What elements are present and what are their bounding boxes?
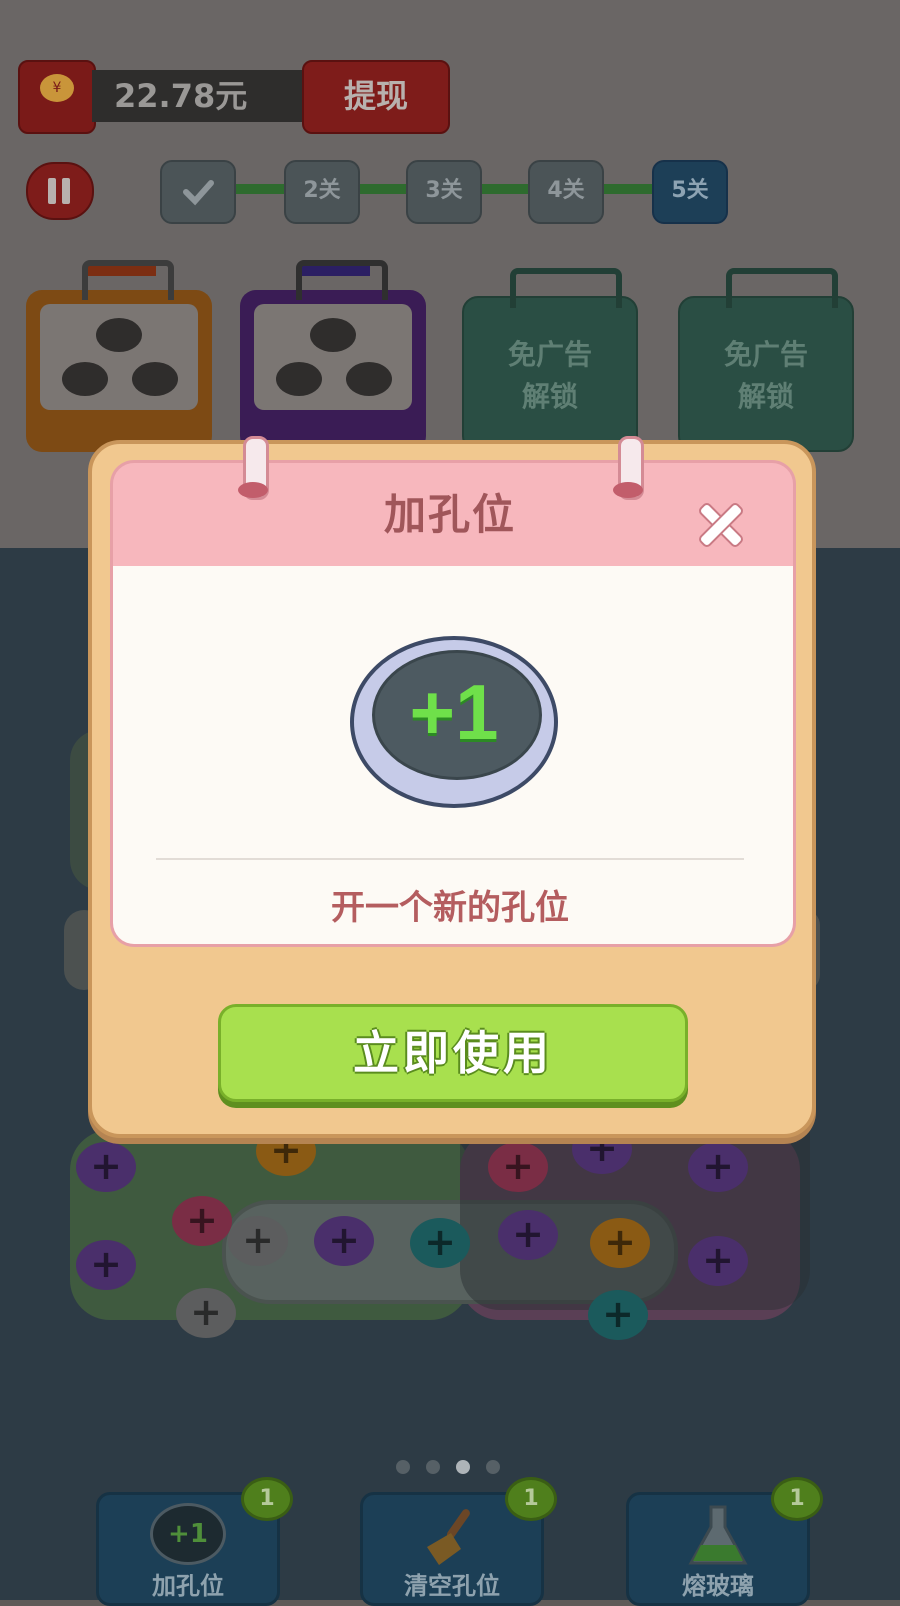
locked-box-ad-unlock[interactable]: 免广告 解锁 [678,268,854,452]
tool-melt-glass[interactable]: 1 熔玻璃 [626,1477,823,1606]
purple-screw[interactable] [314,1216,374,1266]
pause-icon-bar [62,178,70,204]
level-2: 2关 [284,160,360,224]
screw-hole [276,362,322,396]
page-dot [486,1460,500,1474]
gray-screw[interactable] [228,1216,288,1266]
locked-box-text: 免广告 解锁 [680,334,852,418]
check-icon [183,180,214,206]
close-icon[interactable] [690,494,746,550]
screw-hole [310,318,356,352]
locked-box-text: 免广告 解锁 [464,334,636,418]
locked-label-line1: 免广告 [723,338,808,371]
money-balance: 22.78元 [92,70,302,122]
locked-box-ad-unlock[interactable]: 免广告 解锁 [462,268,638,452]
tool-add-slot[interactable]: 1 +1 加孔位 [96,1477,293,1606]
purple-screw[interactable] [688,1142,748,1192]
money-bar: ¥ 22.78元 提现 [18,60,450,134]
box-inner [254,304,412,410]
use-now-button[interactable]: 立即使用 [218,1004,688,1102]
flask-icon [688,1505,748,1565]
broom-icon [427,1509,470,1565]
orange-screw[interactable] [590,1218,650,1268]
box-handle [726,268,838,308]
tool-clear-slot[interactable]: 1 清空孔位 [360,1477,557,1606]
plus-one-icon: +1 [150,1503,226,1565]
teal-screw[interactable] [588,1290,648,1340]
box-handle [296,260,388,300]
teal-screw[interactable] [410,1218,470,1268]
coin-label: +1 [409,668,499,756]
locked-label-line2: 解锁 [737,380,794,413]
purple-screw[interactable] [688,1236,748,1286]
page-dot [396,1460,410,1474]
money-icon-glyph: ¥ [40,74,74,102]
tool-count-badge: 1 [241,1477,293,1521]
page-dot [426,1460,440,1474]
page-dot-active [456,1460,470,1474]
level-1-completed [160,160,236,224]
dialog-description: 开一个新的孔位 [331,888,569,928]
pink-screw[interactable] [488,1142,548,1192]
screw-hole [62,362,108,396]
box-inner [40,304,198,410]
withdraw-button[interactable]: 提现 [302,60,450,134]
pause-icon [48,178,56,204]
locked-label-line1: 免广告 [507,338,592,371]
box-handle [82,260,174,300]
divider [156,858,744,860]
screw-hole [346,362,392,396]
red-envelope-icon: ¥ [18,60,96,134]
tool-count-badge: 1 [771,1477,823,1521]
screw-hole [96,318,142,352]
box-handle [510,268,622,308]
purple-screw-box [240,260,426,452]
tool-count-badge: 1 [505,1477,557,1521]
pause-button[interactable] [26,162,94,220]
tool-label: 加孔位 [152,1572,224,1600]
orange-screw-box [26,260,212,452]
pink-screw[interactable] [172,1196,232,1246]
level-3: 3关 [406,160,482,224]
level-5-current: 5关 [652,160,728,224]
dialog-title: 加孔位 [383,490,516,539]
gray-screw[interactable] [176,1288,236,1338]
purple-screw[interactable] [76,1240,136,1290]
level-4: 4关 [528,160,604,224]
locked-label-line2: 解锁 [521,380,578,413]
purple-screw[interactable] [498,1210,558,1260]
tool-label: 清空孔位 [404,1572,500,1600]
screw-hole [132,362,178,396]
tool-label: 熔玻璃 [682,1572,754,1600]
purple-screw[interactable] [76,1142,136,1192]
